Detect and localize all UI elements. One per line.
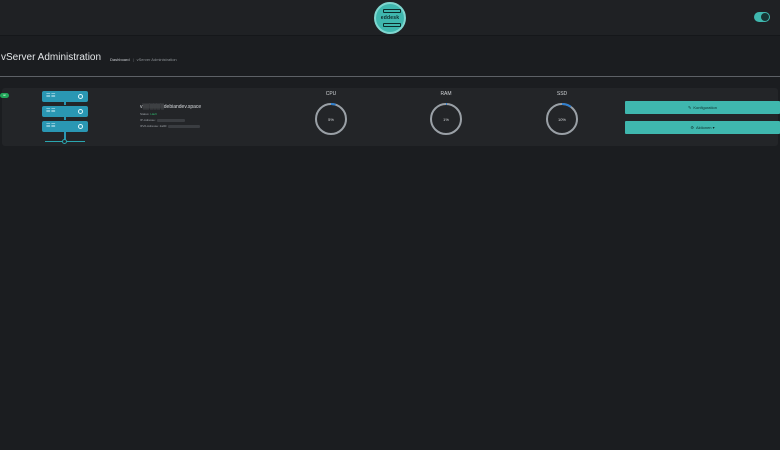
status-value: Läuft — [150, 112, 157, 116]
server-info: v░░░░░░debiandev.space Status: Läuft IP-… — [140, 104, 250, 128]
logo[interactable]: eddesk — [374, 2, 406, 34]
server-unit: ☰☰ — [42, 121, 88, 132]
breadcrumb-current: vServer Administration — [136, 57, 177, 62]
gauge-value: 5% — [328, 117, 334, 122]
logo-text: eddesk — [380, 15, 400, 21]
configure-button[interactable]: ✎ Konfiguration — [625, 101, 780, 114]
breadcrumb-home[interactable]: Dashboard — [110, 57, 130, 62]
gauge-label: SSD — [556, 91, 568, 97]
actions-button[interactable]: ⚙ Aktionen ▾ — [625, 121, 780, 134]
gauge-value: 1% — [443, 117, 449, 122]
header-divider — [0, 76, 780, 77]
gauge-label: RAM — [440, 91, 452, 97]
logo-bar-icon — [383, 9, 401, 13]
server-name[interactable]: v░░░░░░debiandev.space — [140, 104, 250, 110]
server-unit: ☰☰ — [42, 106, 88, 117]
breadcrumb: Dashboard | vServer Administration — [110, 57, 177, 62]
configure-label: Konfiguration — [693, 105, 717, 110]
status-label: Status: — [140, 112, 150, 116]
toggle-knob — [761, 13, 769, 21]
top-bar: eddesk — [0, 0, 780, 36]
ssd-gauge: SSD 10% — [542, 91, 582, 137]
server-status: Status: Läuft — [140, 112, 250, 116]
server-unit: ☰☰ — [42, 91, 88, 102]
ipv6-redacted — [168, 124, 201, 128]
server-card — [2, 88, 778, 146]
theme-toggle[interactable] — [754, 12, 770, 22]
actions-label: Aktionen ▾ — [695, 125, 715, 130]
server-ipv4: IP-Adresse: — [140, 118, 250, 122]
breadcrumb-separator: | — [132, 57, 134, 62]
ipv6-label: IPv6-Adresse: 2a00: — [140, 124, 168, 128]
page-title: vServer Administration — [1, 52, 102, 63]
server-icon: ☰☰ ☰☰ ☰☰ — [40, 91, 90, 145]
server-ipv6: IPv6-Adresse: 2a00: — [140, 124, 250, 128]
wrench-icon: ✎ — [688, 105, 692, 110]
cpu-gauge: CPU 5% — [311, 91, 351, 137]
ram-gauge: RAM 1% — [426, 91, 466, 137]
status-badge: on — [0, 93, 9, 98]
gauge-label: CPU — [325, 91, 337, 97]
ipv4-redacted — [156, 118, 185, 122]
ipv4-label: IP-Adresse: — [140, 118, 156, 122]
logo-bar-icon — [383, 23, 401, 27]
gauge-value: 10% — [557, 117, 566, 122]
gear-icon: ⚙ — [690, 125, 694, 130]
